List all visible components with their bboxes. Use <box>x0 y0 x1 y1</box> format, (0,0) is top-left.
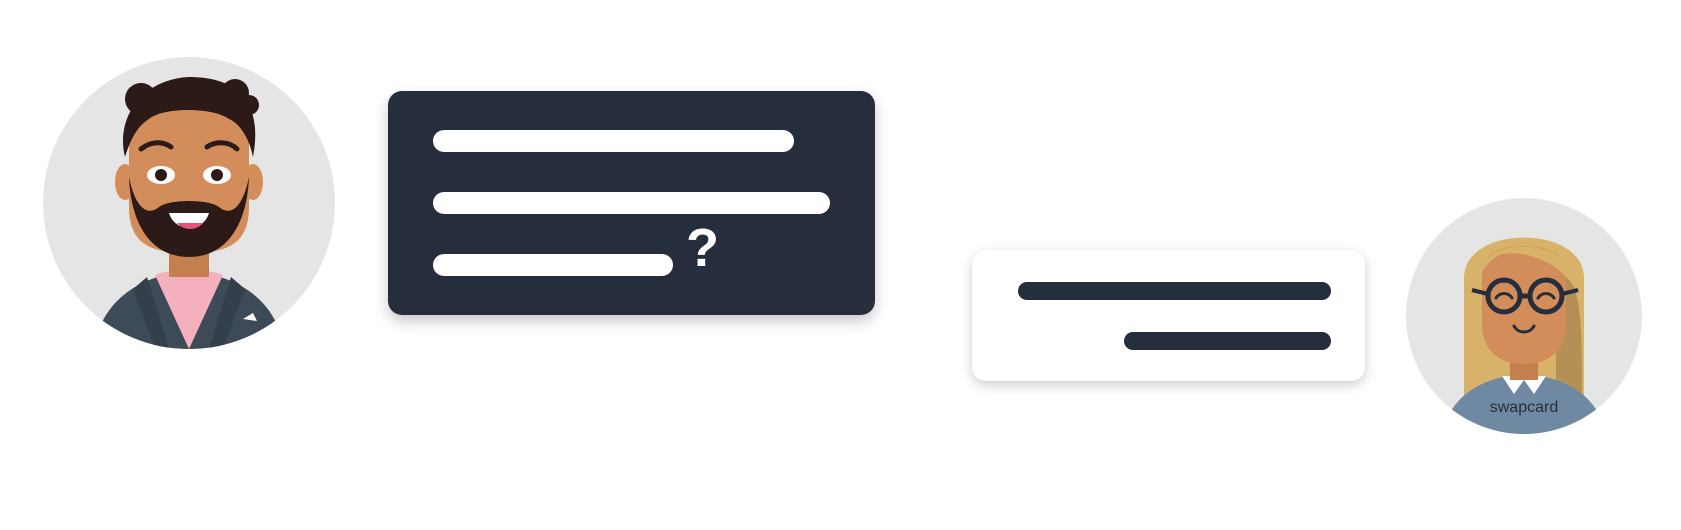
swapcard-logo: swapcard <box>1490 399 1558 416</box>
avatar-man <box>43 57 335 349</box>
bearded-man-illustration <box>43 57 335 349</box>
text-placeholder-line <box>1018 282 1331 300</box>
question-bubble: ? <box>388 91 875 315</box>
text-placeholder-line <box>433 130 794 152</box>
text-placeholder-line <box>1124 332 1331 350</box>
question-mark-icon: ? <box>686 218 719 278</box>
avatar-woman: swapcard <box>1406 198 1642 434</box>
answer-bubble <box>972 250 1365 381</box>
text-placeholder-line <box>433 254 673 276</box>
text-placeholder-line <box>433 192 830 214</box>
woman-with-glasses-illustration: swapcard <box>1406 198 1642 434</box>
